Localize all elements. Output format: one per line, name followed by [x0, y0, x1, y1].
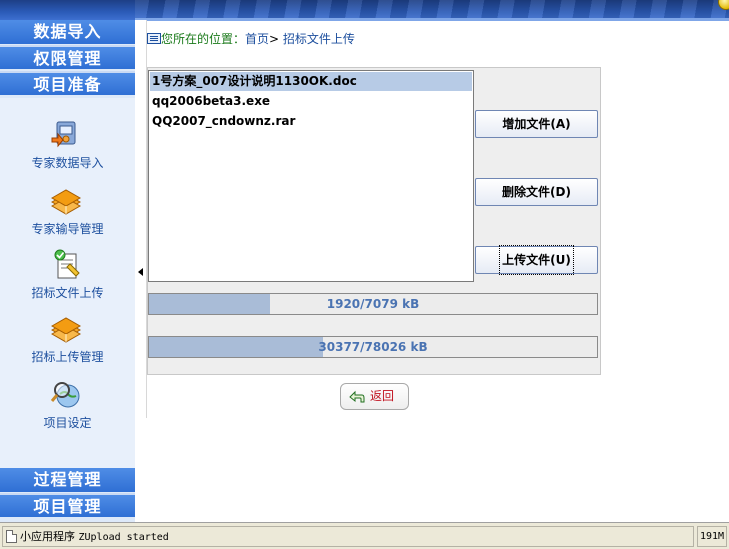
menu-project-preparation[interactable]: 项目准备	[0, 71, 135, 95]
sidebar-item-tender-file-upload[interactable]: 招标文件上传	[0, 246, 135, 308]
breadcrumb-current[interactable]: 招标文件上传	[283, 32, 355, 46]
breadcrumb-home-link[interactable]: 首页	[245, 32, 269, 46]
file-list-item[interactable]: qq2006beta3.exe	[150, 92, 472, 111]
location-icon	[147, 33, 161, 44]
total-progress-text: 30377/78026 kB	[318, 340, 428, 354]
upload-file-button[interactable]: 上传文件(U)	[475, 245, 598, 275]
page-icon	[6, 530, 17, 543]
breadcrumb: 您所在的位置：首页> 招标文件上传	[147, 30, 355, 48]
collapse-arrow-icon[interactable]	[138, 268, 143, 276]
book-stack-icon	[50, 189, 82, 215]
breadcrumb-separator: >	[269, 32, 280, 46]
data-import-icon	[51, 121, 76, 148]
sidebar-items: 专家数据导入 专家输导管理 招标文件上传 招标上传管理 项目设定	[0, 98, 135, 468]
status-main-panel: 小应用程序 ZUpload started	[2, 526, 694, 547]
file-list[interactable]: 1号方案_007设计说明1130OK.doc qq2006beta3.exe Q…	[148, 70, 474, 282]
menu-project-management[interactable]: 项目管理	[0, 493, 135, 517]
menu-permission-management[interactable]: 权限管理	[0, 45, 135, 69]
delete-file-label: 删除文件(D)	[502, 185, 571, 199]
sidebar-item-tender-upload-management[interactable]: 招标上传管理	[0, 310, 135, 372]
status-text: 小应用程序 ZUpload started	[20, 527, 169, 546]
sidebar-item-label: 项目设定	[43, 416, 92, 430]
breadcrumb-prefix: 您所在的位置：	[161, 32, 246, 46]
file-list-item[interactable]: QQ2007_cndownz.rar	[150, 112, 472, 131]
sidebar: 数据导入 权限管理 项目准备 专家数据导入 专家输导管理 招标文件上传 招标上传…	[0, 20, 135, 522]
upload-file-label: 上传文件(U)	[499, 245, 574, 275]
total-progress-bar: 30377/78026 kB	[148, 336, 598, 358]
sidebar-item-project-settings[interactable]: 项目设定	[0, 376, 135, 438]
file-progress-text: 1920/7079 kB	[326, 297, 420, 311]
status-bar: 小应用程序 ZUpload started 191M	[0, 522, 729, 549]
back-button[interactable]: 返回	[340, 383, 409, 410]
sidebar-item-label: 招标上传管理	[31, 350, 104, 364]
banner-decoration	[135, 0, 729, 18]
add-file-label: 增加文件(A)	[502, 117, 571, 131]
document-upload-icon	[54, 249, 80, 279]
menu-data-import[interactable]: 数据导入	[0, 20, 135, 44]
sidebar-collapse-strip	[135, 20, 147, 418]
sidebar-item-label: 专家数据导入	[31, 156, 104, 170]
back-arrow-icon	[349, 390, 365, 403]
banner-edge	[135, 18, 729, 21]
status-memory: 191M	[697, 526, 727, 547]
delete-file-button[interactable]: 删除文件(D)	[475, 178, 598, 206]
top-banner	[0, 0, 729, 21]
file-list-item[interactable]: 1号方案_007设计说明1130OK.doc	[150, 72, 472, 91]
sidebar-item-expert-import-management[interactable]: 专家输导管理	[0, 182, 135, 244]
magnifier-globe-icon	[50, 382, 80, 408]
sidebar-item-label: 专家输导管理	[31, 222, 104, 236]
book-stack-icon	[50, 317, 82, 343]
back-button-label: 返回	[370, 389, 395, 403]
menu-process-management[interactable]: 过程管理	[0, 468, 135, 492]
sidebar-item-expert-data-import[interactable]: 专家数据导入	[0, 116, 135, 178]
status-message: ZUpload started	[78, 532, 169, 543]
add-file-button[interactable]: 增加文件(A)	[475, 110, 598, 138]
status-label: 小应用程序	[20, 530, 75, 543]
sidebar-item-label: 招标文件上传	[31, 286, 104, 300]
app-window: 数据导入 权限管理 项目准备 专家数据导入 专家输导管理 招标文件上传 招标上传…	[0, 0, 729, 549]
file-progress-bar: 1920/7079 kB	[148, 293, 598, 315]
